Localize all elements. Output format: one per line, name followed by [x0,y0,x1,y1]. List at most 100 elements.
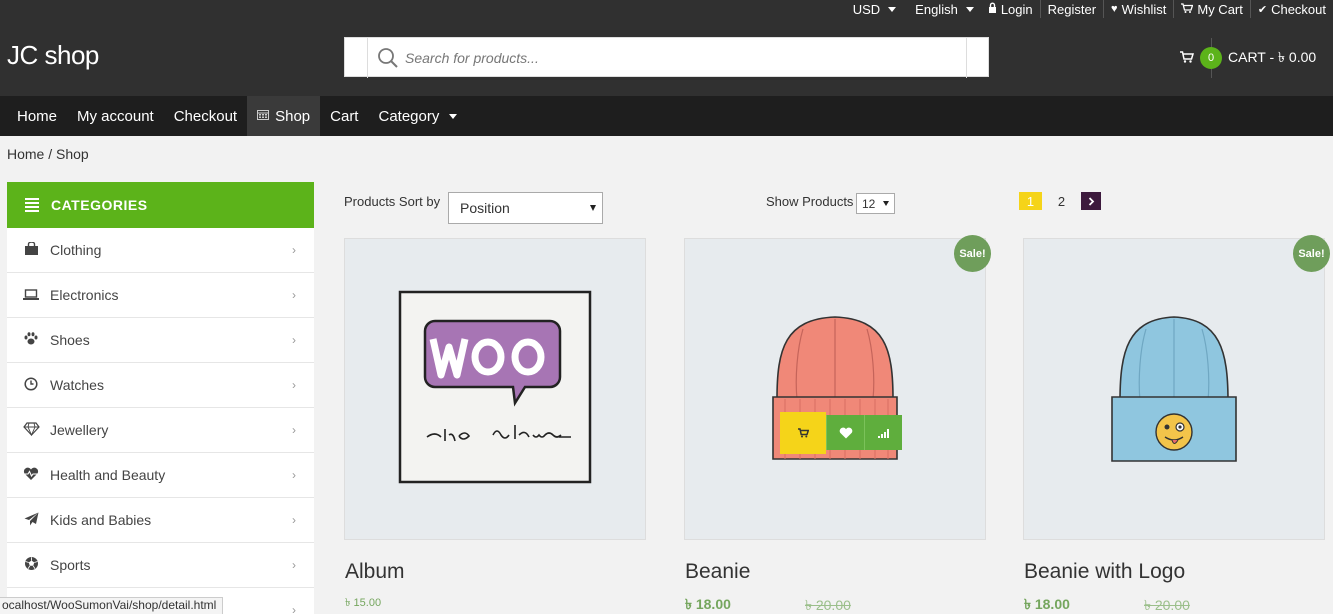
top-bar: USD English Login Register ♥ Wishlist My… [846,0,1333,18]
cart-icon [1180,50,1195,66]
product-name[interactable]: Beanie with Logo [1024,560,1185,584]
chevron-right-icon: › [292,243,296,257]
next-page-icon[interactable] [1081,192,1101,210]
nav-item-category[interactable]: Category [368,96,467,136]
search-input[interactable] [405,44,965,72]
chevron-right-icon: › [292,513,296,527]
chevron-right-icon: › [292,603,296,614]
paper-plane-icon [22,512,40,529]
category-item-health-beauty[interactable]: Health and Beauty › [7,453,314,498]
site-logo[interactable]: JC shop [7,40,99,71]
category-item-shoes[interactable]: Shoes › [7,318,314,363]
cart-icon [1181,2,1194,16]
breadcrumb: Home / Shop [7,146,89,162]
sort-select[interactable]: Position [448,192,603,224]
category-label: Jewellery [50,422,109,438]
chevron-right-icon: › [292,333,296,347]
diamond-icon [22,421,40,439]
laptop-icon [22,288,40,303]
search-icon[interactable] [377,47,399,69]
register-link[interactable]: Register [1039,0,1103,18]
category-item-jewellery[interactable]: Jewellery › [7,408,314,453]
chevron-down-icon [965,6,974,12]
category-label: Watches [50,377,104,393]
category-item-watches[interactable]: Watches › [7,363,314,408]
album-artwork [398,290,592,484]
category-label: Kids and Babies [50,512,152,528]
check-icon: ✔ [1257,3,1268,16]
beanie-logo-artwork [1111,316,1237,462]
category-item-electronics[interactable]: Electronics › [7,273,314,318]
paw-icon [22,332,40,348]
show-products-select[interactable]: 12 [856,193,895,214]
currency-dropdown[interactable]: USD [846,0,903,18]
sale-badge: Sale! [1293,235,1330,272]
compare-button[interactable] [864,415,902,450]
dropdown-arrow-icon [883,201,889,206]
nav-item-cart[interactable]: Cart [320,96,368,136]
heartbeat-icon [22,467,40,484]
sale-badge: Sale! [954,235,991,272]
category-item-clothing[interactable]: Clothing › [7,228,314,273]
main-nav: Home My account Checkout Shop Cart Categ… [0,96,1333,136]
category-label: Sports [50,557,91,573]
product-name[interactable]: Beanie [685,560,750,584]
product-name[interactable]: Album [345,560,405,584]
chevron-right-icon: › [292,558,296,572]
product-price: ৳ 18.00 [1024,596,1070,612]
nav-item-my-account[interactable]: My account [67,96,164,136]
add-to-cart-button[interactable] [780,412,826,454]
product-image[interactable] [344,238,646,540]
register-label: Register [1047,1,1097,17]
category-item-sports[interactable]: Sports › [7,543,314,588]
category-label: Electronics [50,287,119,303]
cart-total: CART - ৳ 0.00 [1228,49,1317,65]
chevron-right-icon: › [292,423,296,437]
site-header: USD English Login Register ♥ Wishlist My… [0,0,1333,96]
add-to-wishlist-button[interactable] [826,415,864,450]
category-label: Shoes [50,332,90,348]
checkout-link[interactable]: ✔ Checkout [1249,0,1333,18]
login-link[interactable]: Login [981,0,1040,18]
product-card-album[interactable]: Album ৳ 15.00 [344,238,646,614]
nav-item-home[interactable]: Home [7,96,67,136]
page-1-button[interactable]: 1 [1019,192,1042,210]
divider [966,38,967,78]
soccer-ball-icon [22,556,40,574]
my-cart-label: My Cart [1197,1,1243,17]
category-item-kids-babies[interactable]: Kids and Babies › [7,498,314,543]
cart-count-badge: 0 [1200,47,1222,69]
language-dropdown[interactable]: English [903,0,981,18]
product-card-beanie[interactable]: Sale! Beanie ৳ 18.00 ৳ 20.00 [684,235,991,614]
nav-item-label: Shop [275,107,311,125]
status-bar-url: ocalhost/WooSumonVai/shop/detail.html [0,597,224,614]
category-label: Health and Beauty [50,467,166,483]
category-label: Clothing [50,242,102,258]
product-old-price: ৳ 20.00 [805,597,851,613]
show-products-value: 12 [862,196,876,211]
wishlist-label: Wishlist [1121,1,1167,17]
product-image[interactable] [684,238,986,540]
page-2-button[interactable]: 2 [1050,192,1073,210]
chevron-right-icon: › [292,378,296,392]
wishlist-link[interactable]: ♥ Wishlist [1103,0,1173,18]
nav-item-shop[interactable]: Shop [247,96,321,136]
chevron-right-icon: › [292,288,296,302]
product-image[interactable] [1023,238,1325,540]
header-cart[interactable]: 0 CART - ৳ 0.00 [1180,47,1316,69]
calendar-icon [257,109,270,123]
my-cart-link[interactable]: My Cart [1173,0,1250,18]
nav-item-checkout[interactable]: Checkout [164,96,247,136]
chevron-down-icon [888,6,897,12]
search-box [344,37,989,78]
chevron-right-icon: › [292,468,296,482]
product-card-beanie-with-logo[interactable]: Sale! Beanie with Logo ৳ 18.00 ৳ 20.00 [1023,235,1330,614]
sort-label: Products Sort by [344,194,441,209]
dropdown-arrow-icon [590,205,596,211]
show-products-label: Show Products [766,194,854,209]
nav-item-label: Category [378,107,440,125]
categories-sidebar: CATEGORIES Clothing › Electronics › Shoe… [7,182,314,614]
categories-title: CATEGORIES [51,197,148,213]
language-label: English [915,1,958,17]
product-price: ৳ 15.00 [345,597,382,609]
